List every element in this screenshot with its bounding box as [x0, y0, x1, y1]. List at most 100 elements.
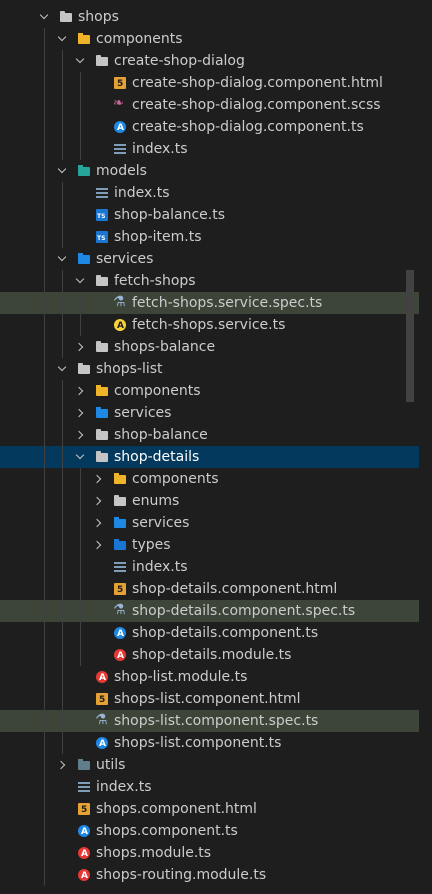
tree-folder-row[interactable]: models: [0, 160, 419, 182]
indent-guide: [80, 116, 81, 138]
chevron-down-icon[interactable]: [56, 248, 68, 270]
chevron-right-icon[interactable]: [92, 490, 104, 512]
tree-item-label: shop-details.module.ts: [132, 647, 292, 663]
indent-guide: [44, 292, 45, 314]
indent-guide: [62, 182, 63, 204]
chevron-down-icon[interactable]: [56, 358, 68, 380]
chevron-right-icon[interactable]: [74, 380, 86, 402]
tree-file-row[interactable]: index.ts: [0, 138, 419, 160]
tree-folder-row[interactable]: create-shop-dialog: [0, 50, 419, 72]
tree-folder-row[interactable]: services: [0, 402, 419, 424]
tree-file-row[interactable]: shop-item.ts: [0, 226, 419, 250]
chevron-right-icon[interactable]: [92, 512, 104, 534]
indent-guide: [80, 314, 81, 336]
chevron-right-icon[interactable]: [74, 402, 86, 424]
tree-folder-row[interactable]: services: [0, 248, 419, 270]
tree-folder-row[interactable]: fetch-shops: [0, 270, 419, 292]
tree-file-row[interactable]: shops-list.component.html: [0, 688, 419, 711]
tree-item-label: shop-details.component.spec.ts: [132, 603, 356, 619]
scrollbar-thumb[interactable]: [406, 270, 414, 402]
chevron-right-icon[interactable]: [74, 336, 86, 358]
indent-guide: [80, 622, 81, 644]
tree-item-label: shops-list: [96, 361, 163, 377]
tree-file-row[interactable]: shop-list.module.ts: [0, 666, 419, 689]
indent-guide: [62, 534, 63, 556]
tree-file-row[interactable]: shops-list.component.ts: [0, 732, 419, 755]
tree-folder-row[interactable]: shops: [0, 6, 419, 28]
indent-guide: [62, 468, 63, 490]
tree-folder-row[interactable]: shop-details: [0, 446, 419, 468]
tree-file-row[interactable]: shops-routing.module.ts: [0, 864, 419, 887]
tree-folder-row[interactable]: shops-list: [0, 358, 419, 380]
indent-guide: [62, 270, 63, 292]
tree-folder-row[interactable]: services: [0, 512, 419, 534]
tree-item-label: shops-list.component.html: [114, 691, 301, 707]
indent-guide: [62, 644, 63, 666]
tree-folder-row[interactable]: components: [0, 468, 419, 490]
chevron-right-icon[interactable]: [92, 468, 104, 490]
scrollbar-track[interactable]: [419, 0, 432, 894]
tree-file-row[interactable]: shop-details.component.html: [0, 578, 419, 601]
indent-guide: [44, 754, 45, 776]
tree-file-row[interactable]: shop-details.module.ts: [0, 644, 419, 667]
chevron-down-icon[interactable]: [74, 270, 86, 292]
tree-folder-row[interactable]: utils: [0, 754, 419, 776]
tree-folder-row[interactable]: shop-balance: [0, 424, 419, 446]
tree-folder-row[interactable]: components: [0, 28, 419, 50]
tree-file-row[interactable]: shops.module.ts: [0, 842, 419, 865]
tree-file-row[interactable]: shop-details.component.spec.ts: [0, 599, 419, 622]
tree-folder-row[interactable]: components: [0, 380, 419, 402]
indent-guide: [62, 116, 63, 138]
tree-file-row[interactable]: shops.component.ts: [0, 820, 419, 843]
index-file-icon: [78, 781, 90, 793]
chevron-down-icon[interactable]: [74, 50, 86, 72]
tree-file-row[interactable]: shop-details.component.ts: [0, 622, 419, 645]
indent-guide: [44, 402, 45, 424]
indent-guide: [80, 556, 81, 578]
indent-guide: [44, 468, 45, 490]
chevron-down-icon[interactable]: [38, 6, 50, 28]
indent-guide: [44, 226, 45, 248]
tree-file-row[interactable]: shops-list.component.spec.ts: [0, 709, 419, 732]
indent-guide: [44, 160, 45, 182]
chevron-right-icon[interactable]: [56, 754, 68, 776]
angular-module-icon: [78, 843, 90, 865]
index-file-icon: [114, 143, 126, 155]
chevron-down-icon[interactable]: [74, 446, 86, 468]
chevron-down-icon[interactable]: [56, 28, 68, 50]
tree-file-row[interactable]: fetch-shops.service.ts: [0, 314, 419, 337]
angular-component-icon: [114, 117, 126, 139]
tree-file-row[interactable]: index.ts: [0, 776, 419, 798]
tree-folder-row[interactable]: enums: [0, 490, 419, 512]
tree-file-row[interactable]: index.ts: [0, 556, 419, 578]
tree-file-row[interactable]: create-shop-dialog.component.ts: [0, 116, 419, 139]
folder-icon: [78, 363, 90, 375]
tree-folder-row[interactable]: shops-balance: [0, 336, 419, 358]
tree-item-label: shop-list.module.ts: [114, 669, 248, 685]
folder-icon: [114, 495, 126, 507]
tree-file-row[interactable]: create-shop-dialog.component.scss: [0, 93, 419, 116]
tree-item-label: create-shop-dialog: [114, 53, 245, 69]
indent-guide: [80, 94, 81, 116]
tree-file-row[interactable]: index.ts: [0, 182, 419, 204]
tree-file-row[interactable]: create-shop-dialog.component.html: [0, 72, 419, 95]
tree-folder-row[interactable]: types: [0, 534, 419, 556]
indent-guide: [80, 490, 81, 512]
angular-module-icon: [96, 667, 108, 689]
indent-guide: [44, 248, 45, 270]
chevron-right-icon[interactable]: [74, 424, 86, 446]
chevron-down-icon[interactable]: [56, 160, 68, 182]
indent-guide: [80, 468, 81, 490]
indent-guide: [44, 842, 45, 864]
tree-item-label: shops.component.ts: [96, 823, 238, 839]
chevron-right-icon[interactable]: [92, 534, 104, 556]
indent-guide: [62, 666, 63, 688]
folder-services-icon: [114, 517, 126, 529]
folder-utils-icon: [78, 759, 90, 771]
indent-guide: [44, 138, 45, 160]
tree-item-label: shops.module.ts: [96, 845, 212, 861]
tree-item-label: shop-balance.ts: [114, 207, 226, 223]
tree-file-row[interactable]: shop-balance.ts: [0, 204, 419, 228]
tree-file-row[interactable]: fetch-shops.service.spec.ts: [0, 291, 419, 314]
tree-file-row[interactable]: shops.component.html: [0, 798, 419, 821]
